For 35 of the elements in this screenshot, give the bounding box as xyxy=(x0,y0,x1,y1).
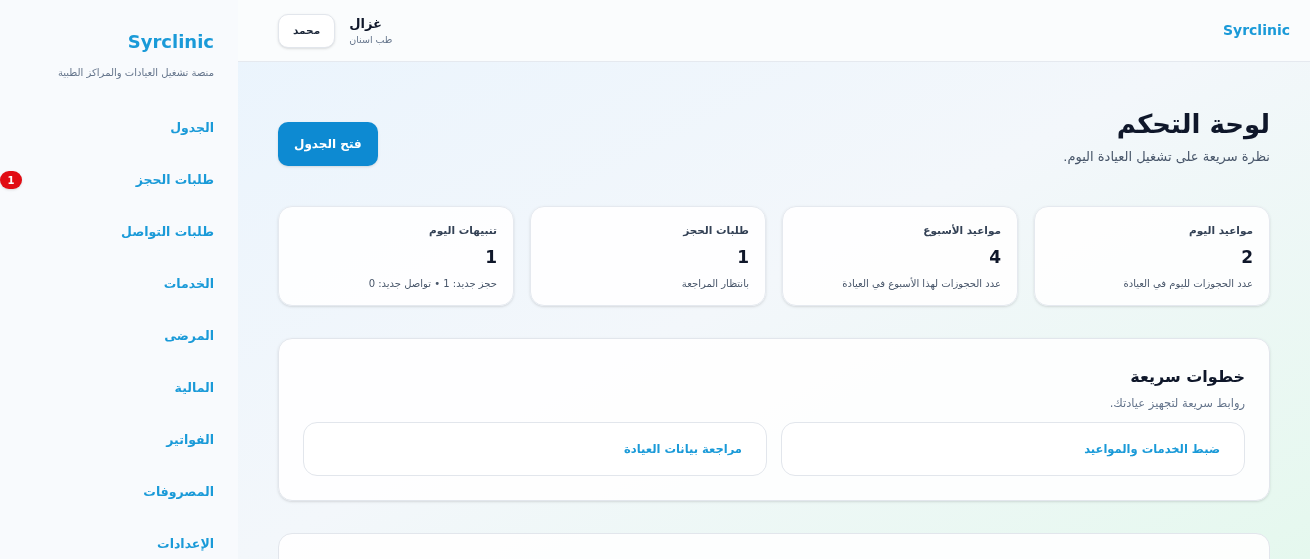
brand-tagline: منصة تشغيل العيادات والمراكز الطبية xyxy=(57,66,214,80)
stat-title: مواعيد اليوم xyxy=(1189,223,1253,239)
stat-note: حجز جديد: 1 • تواصل جديد: 0 xyxy=(368,277,497,292)
nav-link[interactable]: الإعدادات xyxy=(157,534,214,554)
stat-note: عدد الحجوزات لهذا الأسبوع في العيادة xyxy=(842,276,1001,292)
nav-link[interactable]: المصروفات xyxy=(143,482,214,502)
quick-link[interactable]: مراجعة بيانات العيادة xyxy=(303,422,767,477)
user-specialty: طب اسنان xyxy=(349,33,393,48)
page-subtitle: نظرة سريعة على تشغيل العيادة اليوم. xyxy=(1063,147,1270,166)
section-subtitle: روابط سريعة لتجهيز عيادتك. xyxy=(1109,395,1245,412)
stat-title: مواعيد الأسبوع xyxy=(923,223,1001,239)
user-button[interactable]: محمد xyxy=(278,13,336,48)
stat-title: تنبيهات اليوم xyxy=(429,223,497,239)
stat-value: 2 xyxy=(1241,245,1253,269)
stat-note: عدد الحجوزات لليوم في العيادة xyxy=(1123,277,1253,292)
count-badge: 1 xyxy=(0,171,22,189)
brand-name: Syrclinic xyxy=(127,30,214,54)
brand-name: Syrclinic xyxy=(1222,21,1290,40)
stat-value: 1 xyxy=(737,245,749,269)
nav-link[interactable]: المالية xyxy=(174,378,214,398)
nav-link[interactable]: طلبات التواصل xyxy=(120,222,214,242)
nav-link[interactable]: الفواتير xyxy=(166,430,214,450)
nav-link[interactable]: الجدول xyxy=(170,118,214,138)
user-name: غزال xyxy=(349,14,382,33)
nav-link[interactable]: طلبات الحجز xyxy=(135,170,214,190)
stat-value: 4 xyxy=(989,245,1001,269)
section-title: خطوات سريعة xyxy=(1130,366,1245,388)
nav-link[interactable]: الخدمات xyxy=(163,274,214,294)
stat-title: طلبات الحجز xyxy=(683,223,749,239)
stat-note: بانتظار المراجعة xyxy=(681,277,749,292)
nav-link[interactable]: المرضى xyxy=(164,326,214,346)
stat-value: 1 xyxy=(485,245,497,269)
page-title: لوحة التحكم xyxy=(1116,108,1270,141)
quick-link[interactable]: ضبط الخدمات والمواعيد xyxy=(781,422,1245,477)
open-schedule-button[interactable]: فتح الجدول xyxy=(278,122,378,166)
